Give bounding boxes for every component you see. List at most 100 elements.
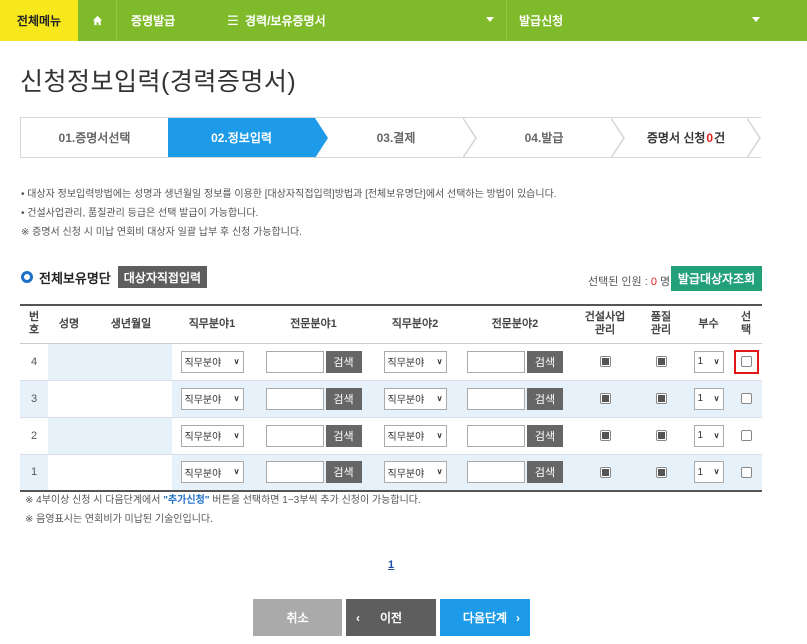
copies-select[interactable]: 1 ∨ <box>693 424 724 447</box>
select-checkbox[interactable] <box>740 356 752 368</box>
next-step-button[interactable]: 다음단계 › <box>440 599 530 636</box>
search-button[interactable]: 검색 <box>527 350 563 373</box>
col-cm: 건설사업관리 <box>575 304 635 344</box>
specialty-1-input[interactable] <box>265 387 324 410</box>
job-field-1-select[interactable]: 직무분야 ∨ <box>180 387 244 410</box>
nav-certificate-issue[interactable]: 증명발급 <box>116 0 221 41</box>
chevron-right-icon: › <box>516 610 520 625</box>
footnote-line: ※ 4부이상 신청 시 다음단계에서 "추가신청" 버튼을 선택하면 1~3부씩… <box>25 495 421 506</box>
job-field-1-select[interactable]: 직무분야 ∨ <box>180 350 244 373</box>
direct-input-button[interactable]: 대상자직접입력 <box>117 266 208 288</box>
page-link[interactable]: 1 <box>388 559 394 571</box>
specialty-1-input[interactable] <box>265 424 324 447</box>
section-header: 전체보유명단 대상자직접입력 <box>21 266 208 288</box>
name-cell <box>48 417 90 455</box>
chevron-down-icon: ∨ <box>233 430 240 440</box>
row-number: 4 <box>20 343 48 381</box>
table-row: 1 직무분야 ∨ 검색 직무분야 ∨ 검색 1 ∨ <box>20 454 762 492</box>
construction-mgmt-checkbox[interactable] <box>599 393 611 405</box>
prev-button[interactable]: ‹ 이전 <box>346 599 436 636</box>
page-title: 신청정보입력(경력증명서) <box>20 68 297 96</box>
job-field-1-select[interactable]: 직무분야 ∨ <box>180 424 244 447</box>
table-header: 번호 성명 생년월일 직무분야1 전문분야1 직무분야2 전문분야2 건설사업관… <box>20 304 762 344</box>
nav-issue-request-dropdown[interactable]: 발급신청 <box>506 0 772 41</box>
specialty-2-input[interactable] <box>467 461 525 484</box>
quality-mgmt-checkbox[interactable] <box>655 393 667 405</box>
col-copies: 부수 <box>687 304 730 344</box>
col-birth: 생년월일 <box>90 304 172 344</box>
quality-mgmt-checkbox[interactable] <box>655 356 667 368</box>
step-3: 03.결제 <box>376 131 416 145</box>
job-field-1-select[interactable]: 직무분야 ∨ <box>180 461 244 484</box>
copies-select[interactable]: 1 ∨ <box>693 350 724 373</box>
search-button[interactable]: 검색 <box>325 424 362 447</box>
search-button[interactable]: 검색 <box>527 387 563 410</box>
job-field-2-select[interactable]: 직무분야 ∨ <box>383 461 447 484</box>
specialty-2-input[interactable] <box>467 424 525 447</box>
specialty-1-input[interactable] <box>265 461 324 484</box>
name-cell <box>48 343 90 381</box>
construction-mgmt-checkbox[interactable] <box>599 430 611 442</box>
section-title[interactable]: 전체보유명단 <box>39 268 111 287</box>
row-number: 3 <box>20 380 48 418</box>
cancel-button[interactable]: 취소 <box>253 599 342 636</box>
col-name: 성명 <box>48 304 90 344</box>
request-count: 증명서 신청 0건 <box>646 130 726 146</box>
chevron-down-icon: ∨ <box>436 430 443 440</box>
chevron-left-icon: ‹ <box>356 610 360 625</box>
select-checkbox[interactable] <box>740 466 752 478</box>
lookup-target-button[interactable]: 발급대상자조회 <box>671 266 762 291</box>
specialty-2-input[interactable] <box>467 387 525 410</box>
chevron-down-icon: ∨ <box>436 393 443 403</box>
step-progress: 01.증명서선택 02.정보입력 03.결제 04.발급 증명서 신청 0건 <box>20 117 761 159</box>
chevron-down-icon: ∨ <box>233 467 240 477</box>
menu-icon[interactable]: ☰ <box>221 0 241 41</box>
chevron-down-icon: ∨ <box>713 430 720 440</box>
select-checkbox[interactable] <box>740 430 752 442</box>
name-cell <box>48 454 90 492</box>
col-select: 선택 <box>730 304 762 344</box>
note-line: • 대상자 정보입력방법에는 성명과 생년월일 정보를 이용한 [대상자직접입력… <box>21 189 557 200</box>
quality-mgmt-checkbox[interactable] <box>655 430 667 442</box>
col-job2: 직무분야2 <box>375 304 455 344</box>
all-menu-button[interactable]: 전체메뉴 <box>0 0 78 41</box>
table-row: 3 직무분야 ∨ 검색 직무분야 ∨ 검색 1 ∨ <box>20 380 762 418</box>
note-line: ※ 증명서 신청 시 미납 연회비 대상자 일괄 납부 후 신청 가능합니다. <box>21 227 302 238</box>
search-button[interactable]: 검색 <box>325 350 362 373</box>
footnote-line: ※ 음영표시는 연회비가 미납된 기술인입니다. <box>25 514 213 525</box>
home-icon <box>92 15 102 26</box>
selected-count: 선택된 인원 : 0 명 <box>588 276 671 288</box>
step-2-active: 02.정보입력 <box>168 118 315 157</box>
copies-select[interactable]: 1 ∨ <box>693 461 724 484</box>
name-cell <box>48 380 90 418</box>
nav-certificate-issue-label: 증명발급 <box>131 14 176 28</box>
info-notes: • 대상자 정보입력방법에는 성명과 생년월일 정보를 이용한 [대상자직접입력… <box>21 185 557 242</box>
chevron-down-icon: ∨ <box>436 356 443 366</box>
nav-career-label: 경력/보유증명서 <box>245 14 326 28</box>
quality-mgmt-checkbox[interactable] <box>655 466 667 478</box>
home-button[interactable] <box>78 15 116 26</box>
specialty-1-input[interactable] <box>265 350 324 373</box>
row-number: 1 <box>20 454 48 492</box>
copies-select[interactable]: 1 ∨ <box>693 387 724 410</box>
search-button[interactable]: 검색 <box>527 461 563 484</box>
top-nav: 전체메뉴 증명발급 ☰ 경력/보유증명서 발급신청 <box>0 0 807 41</box>
caret-down-icon <box>486 17 494 22</box>
search-button[interactable]: 검색 <box>325 387 362 410</box>
job-field-2-select[interactable]: 직무분야 ∨ <box>383 387 447 410</box>
chevron-down-icon: ∨ <box>436 467 443 477</box>
search-button[interactable]: 검색 <box>325 461 362 484</box>
select-checkbox[interactable] <box>740 393 752 405</box>
job-field-2-select[interactable]: 직무분야 ∨ <box>383 424 447 447</box>
col-qc: 품질관리 <box>635 304 687 344</box>
chevron-down-icon: ∨ <box>233 393 240 403</box>
table-row: 4 직무분야 ∨ 검색 직무분야 ∨ 검색 1 ∨ <box>20 343 762 381</box>
birth-cell <box>90 343 172 381</box>
specialty-2-input[interactable] <box>467 350 525 373</box>
col-spec1: 전문분야1 <box>252 304 375 344</box>
job-field-2-select[interactable]: 직무분야 ∨ <box>383 350 447 373</box>
nav-career-dropdown[interactable]: 경력/보유증명서 <box>241 0 506 41</box>
search-button[interactable]: 검색 <box>527 424 563 447</box>
construction-mgmt-checkbox[interactable] <box>599 356 611 368</box>
construction-mgmt-checkbox[interactable] <box>599 466 611 478</box>
